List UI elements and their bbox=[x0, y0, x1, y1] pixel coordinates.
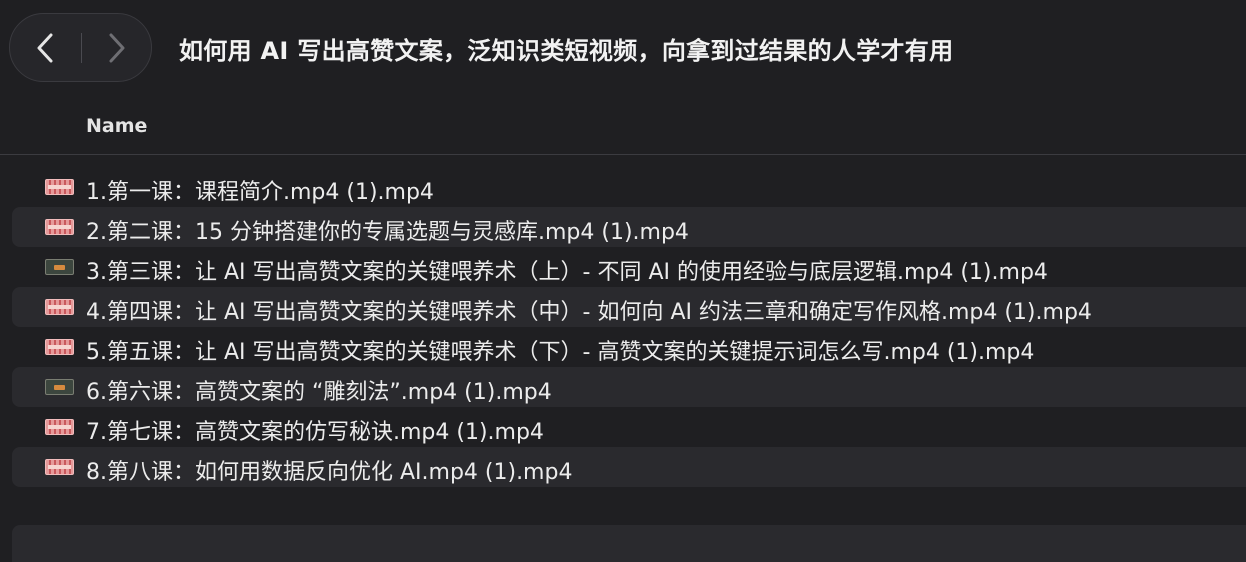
name-column-header[interactable]: Name bbox=[86, 115, 147, 137]
file-name: 8.第八课：如何用数据反向优化 AI.mp4 (1).mp4 bbox=[86, 460, 573, 485]
toolbar: 如何用 AI 写出高赞文案，泛知识类短视频，向拿到过结果的人学才有用 bbox=[0, 0, 1246, 98]
video-thumbnail-icon bbox=[45, 299, 74, 315]
window-title: 如何用 AI 写出高赞文案，泛知识类短视频，向拿到过结果的人学才有用 bbox=[179, 37, 954, 65]
empty-list-row bbox=[12, 525, 1246, 562]
video-thumbnail-icon bbox=[45, 219, 74, 235]
video-thumbnail-icon bbox=[45, 379, 74, 395]
file-row[interactable]: 8.第八课：如何用数据反向优化 AI.mp4 (1).mp4 bbox=[12, 447, 1246, 487]
video-thumbnail-icon bbox=[45, 459, 74, 475]
video-thumbnail-icon bbox=[45, 259, 74, 275]
navigation-control bbox=[9, 13, 152, 82]
file-name: 5.第五课：让 AI 写出高赞文案的关键喂养术（下）- 高赞文案的关键提示词怎么… bbox=[86, 340, 1035, 365]
file-name: 3.第三课：让 AI 写出高赞文案的关键喂养术（上）- 不同 AI 的使用经验与… bbox=[86, 260, 1048, 285]
file-row[interactable]: 5.第五课：让 AI 写出高赞文案的关键喂养术（下）- 高赞文案的关键提示词怎么… bbox=[12, 327, 1246, 367]
back-button[interactable] bbox=[10, 14, 80, 81]
file-list: 1.第一课：课程简介.mp4 (1).mp4 2.第二课：15 分钟搭建你的专属… bbox=[12, 167, 1246, 487]
file-row[interactable]: 6.第六课：高赞文案的 “雕刻法”.mp4 (1).mp4 bbox=[12, 367, 1246, 407]
video-thumbnail-icon bbox=[45, 419, 74, 435]
forward-button[interactable] bbox=[82, 14, 152, 81]
video-thumbnail-icon bbox=[45, 339, 74, 355]
file-row[interactable]: 2.第二课：15 分钟搭建你的专属选题与灵感库.mp4 (1).mp4 bbox=[12, 207, 1246, 247]
file-name: 1.第一课：课程简介.mp4 (1).mp4 bbox=[86, 180, 434, 205]
file-row[interactable]: 3.第三课：让 AI 写出高赞文案的关键喂养术（上）- 不同 AI 的使用经验与… bbox=[12, 247, 1246, 287]
file-name: 4.第四课：让 AI 写出高赞文案的关键喂养术（中）- 如何向 AI 约法三章和… bbox=[86, 300, 1092, 325]
file-name: 2.第二课：15 分钟搭建你的专属选题与灵感库.mp4 (1).mp4 bbox=[86, 220, 689, 245]
chevron-right-icon bbox=[109, 33, 125, 62]
file-name: 7.第七课：高赞文案的仿写秘诀.mp4 (1).mp4 bbox=[86, 420, 544, 445]
file-row[interactable]: 1.第一课：课程简介.mp4 (1).mp4 bbox=[12, 167, 1246, 207]
chevron-left-icon bbox=[37, 33, 53, 62]
file-row[interactable]: 4.第四课：让 AI 写出高赞文案的关键喂养术（中）- 如何向 AI 约法三章和… bbox=[12, 287, 1246, 327]
video-thumbnail-icon bbox=[45, 179, 74, 195]
column-header: Name bbox=[0, 98, 1246, 155]
file-row[interactable]: 7.第七课：高赞文案的仿写秘诀.mp4 (1).mp4 bbox=[12, 407, 1246, 447]
file-name: 6.第六课：高赞文案的 “雕刻法”.mp4 (1).mp4 bbox=[86, 380, 552, 405]
